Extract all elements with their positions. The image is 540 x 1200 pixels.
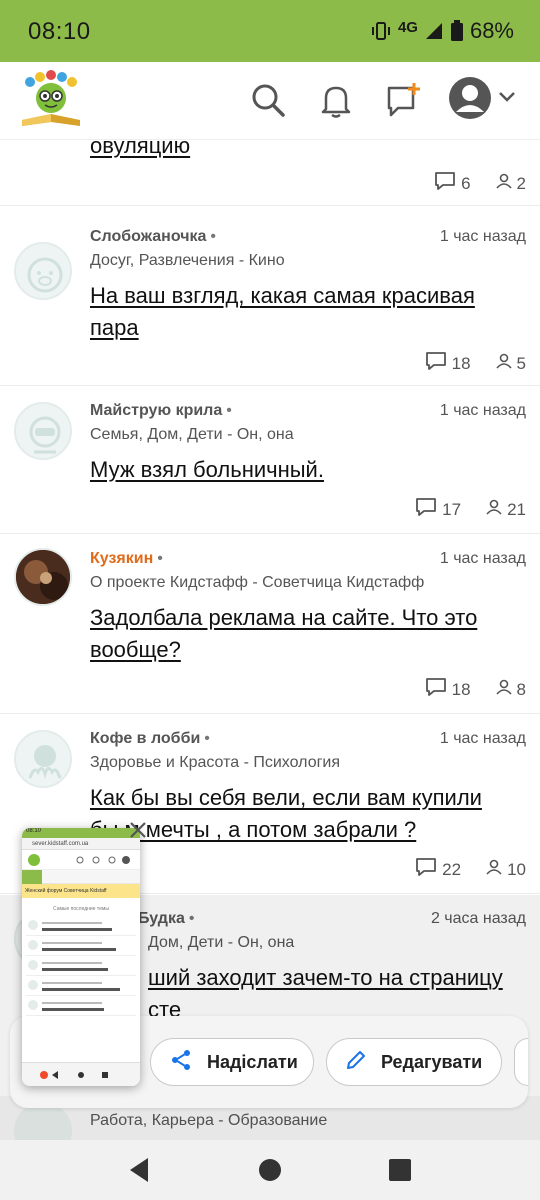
post-time: 1 час назад [439, 730, 526, 747]
screenshot-thumbnail[interactable]: 08:10 sever.kidstaff.com.ua Женский фору… [22, 828, 140, 1086]
thumb-url: sever.kidstaff.com.ua [22, 838, 140, 850]
topic-title[interactable]: Муж взял больничный. [90, 454, 514, 486]
users-icon [495, 678, 513, 701]
topic-stats: 18 5 [424, 350, 526, 377]
topic-stats: 22 10 [414, 856, 526, 883]
screen: 08:10 4G 68% овуляцию 6 2 Слобожаночка •… [0, 0, 540, 1200]
post-time: 1 час назад [439, 228, 526, 245]
post-category[interactable]: Дом, Дети - Он, она [148, 934, 294, 952]
user-count: 21 [507, 499, 526, 519]
post-author[interactable]: Майструю крила • [90, 402, 232, 420]
list-item[interactable]: Кузякин • 1 час назад О проекте Кидстафф … [0, 534, 540, 714]
user-count: 2 [516, 173, 526, 193]
signal-icon [424, 21, 444, 41]
system-navigation-bar [0, 1140, 540, 1200]
users-icon [485, 858, 503, 881]
comment-icon [414, 856, 438, 883]
post-author[interactable]: Будка • [138, 910, 194, 928]
avatar[interactable] [14, 730, 72, 788]
comment-icon [414, 496, 438, 523]
share-label: Надіслати [207, 1051, 298, 1072]
user-count: 8 [516, 679, 526, 699]
comment-icon [433, 170, 457, 197]
back-icon[interactable] [126, 1156, 152, 1189]
topic-stats: 18 8 [424, 676, 526, 703]
users-icon [485, 498, 503, 521]
list-item[interactable]: Слобожаночка • 1 час назад Досуг, Развлеч… [0, 206, 540, 386]
comment-icon [424, 676, 448, 703]
comment-count: 17 [442, 499, 462, 519]
avatar[interactable] [14, 548, 72, 606]
users-icon [495, 352, 513, 375]
app-header [0, 62, 540, 140]
post-author[interactable]: Кофе в лобби • [90, 730, 210, 748]
comment-count: 18 [451, 353, 471, 373]
avatar[interactable] [14, 402, 72, 460]
more-actions-edge[interactable] [514, 1038, 528, 1086]
users-icon [495, 172, 513, 195]
post-time: 1 час назад [439, 550, 526, 567]
battery-percent: 68% [469, 18, 514, 43]
search-icon[interactable] [248, 80, 288, 120]
thumb-header [22, 850, 140, 870]
user-count: 5 [516, 353, 526, 373]
vibrate-icon [370, 20, 392, 42]
thumb-tabs [22, 870, 140, 884]
topic-title[interactable]: Как бы вы себя вели, если вам купили бы м… [90, 782, 514, 846]
status-bar: 08:10 4G 68% [0, 0, 540, 62]
share-button[interactable]: Надіслати [150, 1038, 314, 1086]
topic-title[interactable]: Задолбала реклама на сайте. Что это вообщ… [90, 602, 514, 666]
avatar[interactable] [14, 242, 72, 300]
edit-button[interactable]: Редагувати [326, 1038, 502, 1086]
edit-label: Редагувати [381, 1051, 483, 1072]
share-icon [169, 1048, 207, 1077]
post-category[interactable]: Здоровье и Красота - Психология [90, 754, 340, 772]
post-category[interactable]: Семья, Дом, Дети - Он, она [90, 426, 294, 444]
post-author[interactable]: Кузякин • [90, 550, 163, 568]
user-count: 10 [507, 859, 526, 879]
status-indicators: 4G 68% [370, 18, 514, 44]
list-item[interactable]: Майструю крила • 1 час назад Семья, Дом, … [0, 386, 540, 534]
post-category[interactable]: О проекте Кидстафф - Советчица Кидстафф [90, 574, 424, 592]
list-item[interactable]: овуляцию 6 2 [0, 133, 540, 206]
thumb-list [22, 916, 140, 1016]
topic-stats: 6 2 [433, 170, 526, 197]
post-category[interactable]: Досуг, Развлечения - Кино [90, 252, 285, 270]
new-message-icon[interactable] [384, 80, 424, 120]
thumb-banner: Женский форум Советчица Kidstaff [22, 884, 140, 898]
post-category[interactable]: Работа, Карьера - Образование [90, 1112, 327, 1130]
topic-title-partial[interactable]: овуляцию [90, 130, 514, 162]
recents-icon[interactable] [388, 1158, 412, 1187]
account-avatar-icon [448, 76, 492, 125]
topic-title[interactable]: На ваш взгляд, какая самая красивая пара [90, 280, 514, 344]
post-time: 2 часа назад [430, 910, 526, 927]
chevron-down-icon [498, 90, 516, 109]
home-icon[interactable] [258, 1158, 282, 1187]
network-type: 4G [397, 18, 418, 36]
pencil-icon [345, 1049, 381, 1076]
thumb-subtitle: Самые последние темы [53, 906, 109, 912]
close-icon[interactable] [128, 820, 148, 840]
thumb-status-bar: 08:10 [22, 828, 140, 838]
comment-count: 6 [461, 173, 471, 193]
comment-count: 18 [451, 679, 471, 699]
account-menu-button[interactable] [448, 76, 520, 124]
thumb-nav [22, 1062, 140, 1086]
bell-icon[interactable] [316, 80, 356, 120]
kidstaff-logo[interactable] [16, 68, 86, 132]
status-time: 08:10 [28, 18, 91, 45]
post-time: 1 час назад [439, 402, 526, 419]
topic-stats: 17 21 [414, 496, 526, 523]
comment-count: 22 [442, 859, 462, 879]
post-author[interactable]: Слобожаночка • [90, 228, 216, 246]
comment-icon [424, 350, 448, 377]
battery-icon [450, 20, 464, 42]
